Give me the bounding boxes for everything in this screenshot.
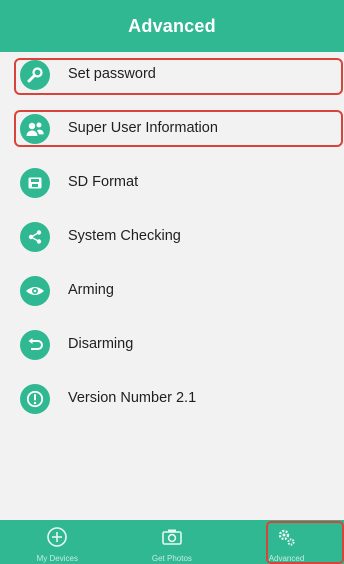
eye-icon [20, 276, 50, 306]
highlight-frame-advanced-tab [266, 521, 344, 564]
undo-icon [20, 330, 50, 360]
menu-item-system-checking[interactable]: System Checking [0, 214, 344, 260]
menu-item-label: Super User Information [68, 120, 218, 136]
camera-icon [161, 526, 183, 548]
menu-item-sd-format[interactable]: SD Format [0, 160, 344, 206]
page-title: Advanced [128, 15, 216, 36]
menu-item-label: Disarming [68, 336, 134, 352]
share-nodes-icon [20, 222, 50, 252]
menu-item-disarming[interactable]: Disarming [0, 322, 344, 368]
menu-item-super-user-information[interactable]: Super User Information [0, 106, 344, 152]
tab-label: Get Photos [151, 554, 192, 563]
tab-my-devices[interactable]: My Devices [0, 520, 115, 564]
menu-item-label: SD Format [68, 174, 139, 190]
wrench-icon [20, 60, 50, 90]
plus-circle-icon [46, 526, 68, 548]
app-screen: Advanced Set password Super User Informa… [0, 0, 344, 564]
tab-get-photos[interactable]: Get Photos [115, 520, 230, 564]
header-bar: Advanced [0, 0, 344, 52]
menu-item-label: Set password [68, 66, 156, 82]
menu-item-label: System Checking [68, 228, 181, 244]
sd-card-icon [20, 168, 50, 198]
tab-label: My Devices [36, 554, 78, 563]
menu-item-label: Arming [68, 282, 114, 298]
exclamation-icon [20, 384, 50, 414]
menu-item-set-password[interactable]: Set password [0, 52, 344, 98]
menu-item-version-number[interactable]: Version Number 2.1 [0, 376, 344, 422]
menu-item-label: Version Number 2.1 [68, 390, 197, 406]
menu-item-arming[interactable]: Arming [0, 268, 344, 314]
users-icon [20, 114, 50, 144]
